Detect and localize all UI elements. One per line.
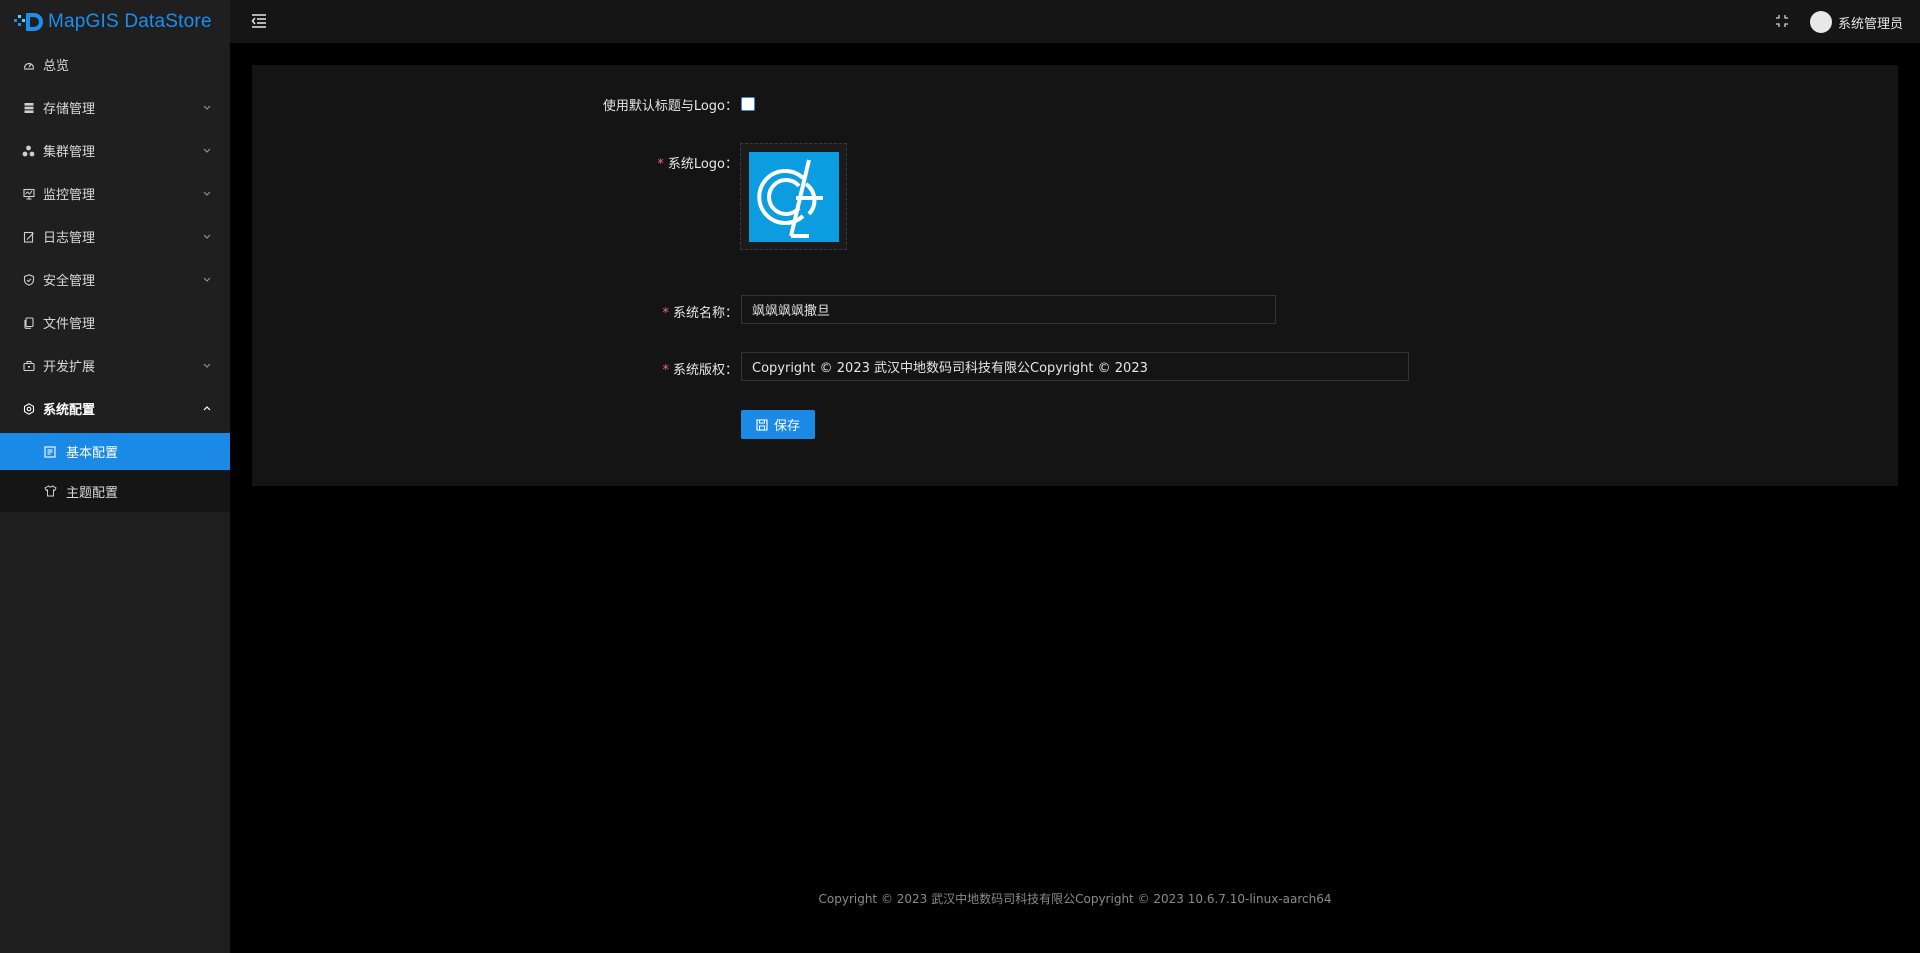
- menu-fold-icon[interactable]: [250, 12, 268, 30]
- required-mark: *: [657, 157, 664, 172]
- brand-logo[interactable]: MapGIS DataStore: [0, 0, 230, 43]
- user-menu[interactable]: 系统管理员: [1810, 10, 1903, 34]
- file-icon: [22, 316, 35, 329]
- chevron-down-icon: [202, 361, 212, 371]
- logo-label: * 系统Logo：: [657, 157, 738, 172]
- sidebar-item-overview[interactable]: 总览: [0, 43, 230, 86]
- copyright-input[interactable]: [741, 352, 1409, 381]
- sidebar: MapGIS DataStore 总览 存储管理 集群管理 监控管理 日志管理 …: [0, 0, 230, 953]
- top-header: 系统管理员: [230, 0, 1920, 43]
- chevron-down-icon: [202, 232, 212, 242]
- config-icon: [44, 445, 57, 458]
- chevron-down-icon: [202, 189, 212, 199]
- logo-upload[interactable]: [740, 143, 847, 250]
- sidebar-item-security[interactable]: 安全管理: [0, 258, 230, 301]
- chevron-down-icon: [202, 103, 212, 113]
- use-default-label: 使用默认标题与Logo：: [602, 99, 738, 114]
- copyright-label: * 系统版权：: [662, 363, 738, 378]
- system-logo-image: [749, 152, 839, 242]
- globe-logo-icon: [757, 159, 823, 238]
- system-name-label: * 系统名称：: [662, 306, 738, 321]
- dashboard-icon: [22, 58, 35, 71]
- sidebar-item-cluster[interactable]: 集群管理: [0, 129, 230, 172]
- cluster-icon: [22, 144, 35, 157]
- log-icon: [22, 230, 35, 243]
- page-footer: Copyright © 2023 武汉中地数码司科技有限公Copyright ©…: [818, 892, 1332, 906]
- sidebar-menu: 总览 存储管理 集群管理 监控管理 日志管理 安全管理 文件管理 开发扩展 系统…: [0, 43, 230, 430]
- sidebar-item-dev-extension[interactable]: 开发扩展: [0, 344, 230, 387]
- sidebar-item-monitor[interactable]: 监控管理: [0, 172, 230, 215]
- use-default-checkbox[interactable]: [741, 97, 755, 111]
- mapgis-logo-icon: [14, 12, 43, 31]
- fullscreen-icon[interactable]: [1775, 13, 1791, 29]
- system-config-submenu: 基本配置 主题配置: [0, 433, 230, 512]
- basic-config-form: 使用默认标题与Logo： *系统Logo： *系统名称： *系统版权： 保存: [252, 65, 1898, 486]
- briefcase-icon: [22, 359, 35, 372]
- chevron-up-icon: [202, 404, 212, 414]
- database-icon: [22, 101, 35, 114]
- chevron-down-icon: [202, 146, 212, 156]
- shirt-icon: [44, 485, 57, 498]
- shield-icon: [22, 273, 35, 286]
- system-name-input[interactable]: [741, 295, 1276, 324]
- sidebar-item-files[interactable]: 文件管理: [0, 301, 230, 344]
- save-icon: [756, 418, 768, 431]
- sidebar-item-system-config[interactable]: 系统配置: [0, 387, 230, 430]
- user-name: 系统管理员: [1838, 16, 1904, 32]
- monitor-icon: [22, 187, 35, 200]
- sidebar-subitem-basic-config[interactable]: 基本配置: [0, 433, 230, 470]
- brand-name: MapGIS DataStore: [48, 10, 212, 32]
- gear-icon: [22, 402, 35, 415]
- sidebar-subitem-theme-config[interactable]: 主题配置: [0, 470, 230, 512]
- avatar: [1810, 11, 1832, 33]
- chevron-down-icon: [202, 275, 212, 285]
- sidebar-item-log[interactable]: 日志管理: [0, 215, 230, 258]
- sidebar-item-storage[interactable]: 存储管理: [0, 86, 230, 129]
- save-button[interactable]: 保存: [741, 410, 815, 439]
